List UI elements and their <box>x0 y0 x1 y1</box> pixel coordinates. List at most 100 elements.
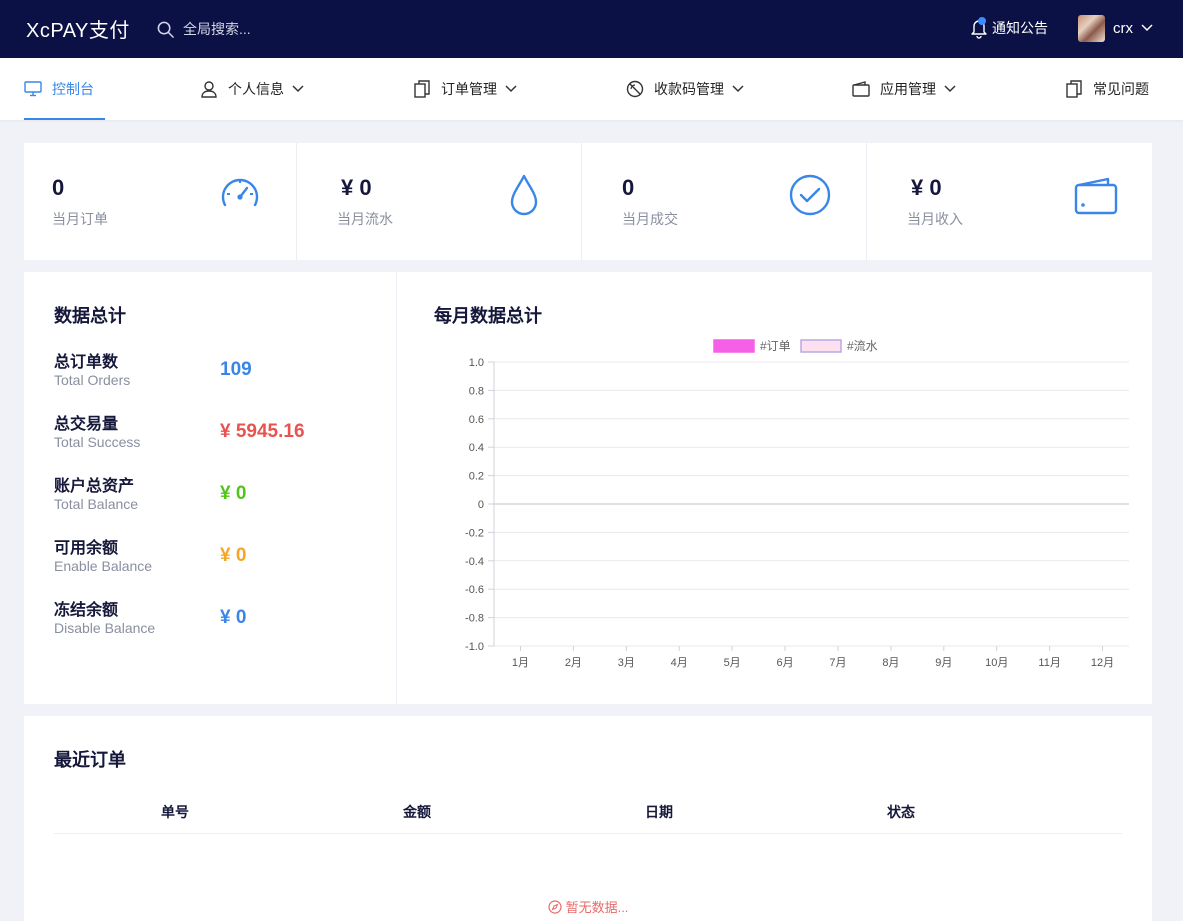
stat-label: 当月收入 <box>907 211 963 227</box>
notice-button[interactable]: 通知公告 <box>970 16 1048 40</box>
x-tick-label: 2月 <box>565 657 582 669</box>
orders-title: 最近订单 <box>54 750 126 770</box>
stat-card-orders: 0 当月订单 <box>24 143 297 260</box>
orders-table-header: 单号 金额 日期 状态 <box>54 794 1122 834</box>
chart-canvas: 1.0 0.8 0.6 0.4 0.2 0 -0.2 -0.4 -0.6 -0.8 -1.0 1月 2月… <box>465 339 1129 669</box>
stat-card-income: ¥ 0 当月收入 <box>867 143 1152 260</box>
empty-state: 暂无数据... <box>24 897 1152 916</box>
chevron-down-icon <box>732 85 744 93</box>
nav-profile[interactable]: 个人信息 <box>200 58 304 120</box>
summary-label-cn: 可用余额 <box>54 540 119 557</box>
x-tick-label: 3月 <box>618 657 635 669</box>
stat-value: ¥ 0 <box>341 175 372 200</box>
y-tick-label: 0.6 <box>469 414 484 426</box>
stat-card-success: 0 当月成交 <box>582 143 867 260</box>
documents-icon <box>414 80 430 98</box>
summary-label-cn: 账户总资产 <box>54 478 135 495</box>
nav-label: 收款码管理 <box>654 81 724 97</box>
column-header-order-no: 单号 <box>161 804 189 820</box>
summary-label-en: Enable Balance <box>54 558 153 574</box>
y-tick-label: -0.2 <box>465 527 484 539</box>
summary-value: ¥ 5945.16 <box>220 421 305 442</box>
summary-panel: 数据总计 总订单数 Total Orders 109 总交易量 Total Su… <box>24 272 397 704</box>
nav-qrcode[interactable]: 收款码管理 <box>626 58 744 120</box>
x-tick-label: 9月 <box>935 657 952 669</box>
notice-label: 通知公告 <box>992 20 1048 36</box>
monthly-chart: 每月数据总计 1.0 0.8 0.6 0.4 0.2 0 -0.2 -0.4 -0.6 -0.8-… <box>398 272 1152 704</box>
stat-label: 当月成交 <box>622 211 678 227</box>
app-logo[interactable]: XcPAY支付 <box>26 14 130 43</box>
bell-icon <box>970 17 988 39</box>
stat-value: ¥ 0 <box>911 175 942 200</box>
y-tick-label: 0.8 <box>469 385 484 397</box>
chevron-down-icon <box>292 85 304 93</box>
summary-row-enable: 可用余额 Enable Balance ¥ 0 <box>54 534 374 582</box>
x-tick-label: 5月 <box>724 657 741 669</box>
x-tick-label: 4月 <box>671 657 688 669</box>
summary-row-disable: 冻结余额 Disable Balance ¥ 0 <box>54 596 374 644</box>
nav-orders[interactable]: 订单管理 <box>413 58 517 120</box>
nav-label: 应用管理 <box>880 81 936 97</box>
x-tick-label: 7月 <box>829 657 846 669</box>
chevron-down-icon <box>944 85 956 93</box>
data-panel: 数据总计 总订单数 Total Orders 109 总交易量 Total Su… <box>24 272 1152 704</box>
y-tick-label: 0.2 <box>469 471 484 483</box>
summary-label-en: Total Orders <box>54 372 131 388</box>
nav-label: 控制台 <box>52 81 94 97</box>
stat-cards: 0 当月订单 ¥ 0 当月流水 0 当月成交 ¥ 0 当月收入 <box>24 143 1152 260</box>
column-header-status: 状态 <box>887 804 915 820</box>
stat-value: 0 <box>52 175 65 200</box>
y-tick-label: -0.8 <box>465 613 484 625</box>
avatar <box>1078 14 1105 42</box>
nav-apps[interactable]: 应用管理 <box>852 58 956 120</box>
nav-label: 常见问题 <box>1093 81 1149 97</box>
global-search[interactable] <box>156 17 416 41</box>
legend-label: #流水 <box>847 339 878 353</box>
chevron-down-icon <box>1141 24 1153 32</box>
summary-label-en: Total Success <box>54 434 141 450</box>
summary-row-orders: 总订单数 Total Orders 109 <box>54 348 374 396</box>
nav-faq[interactable]: 常见问题 <box>1065 58 1149 120</box>
x-tick-label: 12月 <box>1091 657 1114 669</box>
user-menu[interactable]: crx <box>1078 14 1153 42</box>
x-tick-label: 11月 <box>1038 657 1060 669</box>
compass-icon <box>547 899 562 914</box>
x-tick-label: 6月 <box>776 657 793 669</box>
summary-label-cn: 总交易量 <box>54 416 119 433</box>
legend-swatch <box>800 339 842 353</box>
y-tick-label: 1.0 <box>469 357 484 369</box>
summary-label-cn: 冻结余额 <box>54 602 119 619</box>
qrcode-icon <box>626 80 644 98</box>
summary-value: ¥ 0 <box>220 607 247 628</box>
legend-label: #订单 <box>760 339 791 353</box>
speedometer-icon <box>221 178 259 207</box>
wallet-icon <box>852 81 870 97</box>
y-tick-label: 0 <box>478 499 484 511</box>
stat-label: 当月流水 <box>337 211 393 227</box>
user-icon <box>201 81 217 98</box>
summary-label-en: Total Balance <box>54 496 139 512</box>
notice-dot <box>978 17 986 25</box>
stat-card-flow: ¥ 0 当月流水 <box>297 143 582 260</box>
summary-label-en: Disable Balance <box>54 620 156 636</box>
monitor-icon <box>24 81 42 97</box>
x-tick-label: 8月 <box>882 657 899 669</box>
stat-label: 当月订单 <box>52 211 108 227</box>
nav-label: 订单管理 <box>441 81 497 97</box>
top-bar: XcPAY支付 通知公告 crx <box>0 0 1183 58</box>
column-header-amount: 金额 <box>403 804 431 820</box>
chevron-down-icon <box>505 85 517 93</box>
summary-title: 数据总计 <box>54 306 126 326</box>
x-tick-label: 1月 <box>512 657 529 669</box>
y-tick-label: -0.4 <box>465 556 484 568</box>
nav-dashboard[interactable]: 控制台 <box>24 58 105 120</box>
y-tick-label: -0.6 <box>465 584 484 596</box>
summary-row-success: 总交易量 Total Success ¥ 5945.16 <box>54 410 374 458</box>
y-tick-label: 0.4 <box>469 442 484 454</box>
empty-text: 暂无数据... <box>565 900 629 915</box>
search-input[interactable] <box>183 21 383 37</box>
summary-value: ¥ 0 <box>220 483 247 504</box>
recent-orders-panel: 最近订单 单号 金额 日期 状态 暂无数据... <box>24 716 1152 921</box>
search-icon <box>157 21 174 38</box>
legend-swatch <box>713 339 755 353</box>
